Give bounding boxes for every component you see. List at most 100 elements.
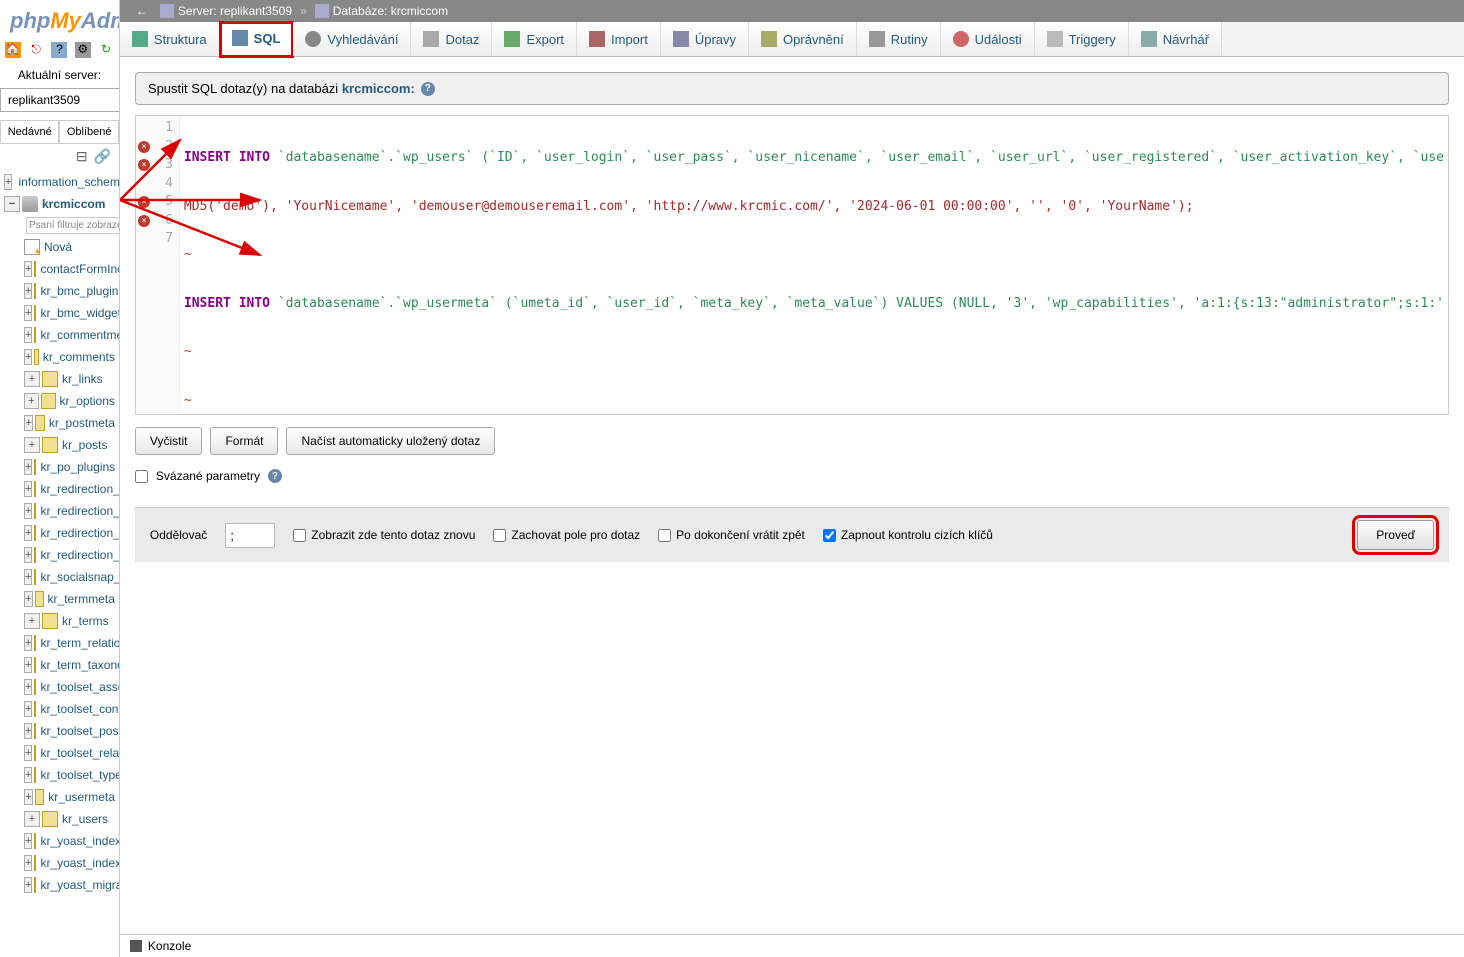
fk-check-checkbox[interactable] <box>823 529 836 542</box>
expand-icon[interactable]: + <box>24 503 32 519</box>
table-item[interactable]: +kr_po_plugins <box>20 456 119 478</box>
reload-icon[interactable]: ↻ <box>98 42 114 58</box>
table-item[interactable]: +kr_redirection_logs <box>20 544 119 566</box>
tab-events[interactable]: Události <box>941 22 1035 56</box>
table-item[interactable]: +kr_redirection_404 <box>20 478 119 500</box>
table-item[interactable]: +kr_yoast_indexable_hierar <box>20 852 119 874</box>
expand-icon[interactable]: + <box>24 415 33 431</box>
expand-icon[interactable]: + <box>24 701 32 717</box>
expand-icon[interactable]: + <box>24 569 32 585</box>
breadcrumb-server[interactable]: Server: replikant3509 <box>178 4 292 18</box>
bind-params-checkbox[interactable] <box>135 470 148 483</box>
tab-recent[interactable]: Nedávné <box>0 120 59 143</box>
expand-icon[interactable]: + <box>24 855 32 871</box>
expand-icon[interactable]: + <box>24 767 32 783</box>
link-icon[interactable]: 🔗 <box>93 148 110 164</box>
expand-icon[interactable]: + <box>24 877 32 893</box>
expand-icon[interactable]: + <box>24 591 33 607</box>
table-item[interactable]: +kr_yoast_migrations <box>20 874 119 896</box>
tab-triggers[interactable]: Triggery <box>1035 22 1129 56</box>
tab-import[interactable]: Import <box>577 22 661 56</box>
db-krcmiccom[interactable]: − krcmiccom <box>0 193 119 215</box>
tab-search[interactable]: Vyhledávání <box>293 22 411 56</box>
table-item[interactable]: +kr_redirection_items <box>20 522 119 544</box>
expand-icon[interactable]: + <box>24 525 32 541</box>
delimiter-input[interactable] <box>225 523 275 548</box>
expand-icon[interactable]: + <box>24 679 32 695</box>
expand-icon[interactable]: + <box>24 437 40 453</box>
table-item[interactable]: +kr_yoast_indexable <box>20 830 119 852</box>
expand-icon[interactable]: + <box>24 261 32 277</box>
expand-icon[interactable]: + <box>24 613 40 629</box>
console-bar[interactable]: Konzole <box>120 934 1464 957</box>
expand-icon[interactable]: + <box>24 305 32 321</box>
breadcrumb-database[interactable]: Databáze: krcmiccom <box>333 4 448 18</box>
table-item[interactable]: +kr_termmeta <box>20 588 119 610</box>
clear-button[interactable]: Vyčistit <box>135 427 203 455</box>
table-item[interactable]: +kr_toolset_post_guid_id <box>20 720 119 742</box>
expand-icon[interactable]: + <box>24 349 32 365</box>
expand-icon[interactable]: + <box>24 393 39 409</box>
server-select[interactable]: replikant3509 <box>0 88 120 112</box>
tab-export[interactable]: Export <box>492 22 577 56</box>
table-item[interactable]: +kr_usermeta <box>20 786 119 808</box>
db-information-schema[interactable]: + information_schema <box>0 171 119 193</box>
table-item[interactable]: +kr_commentmeta <box>20 324 119 346</box>
expand-icon[interactable]: + <box>24 635 32 651</box>
tab-query[interactable]: Dotaz <box>411 22 492 56</box>
error-marker-icon[interactable]: × <box>138 159 150 171</box>
tab-favorite[interactable]: Oblíbené <box>59 120 118 143</box>
table-item[interactable]: +kr_redirection_groups <box>20 500 119 522</box>
tab-structure[interactable]: Struktura <box>120 22 220 56</box>
tab-operations[interactable]: Úpravy <box>661 22 749 56</box>
expand-icon[interactable]: + <box>24 811 40 827</box>
tab-sql[interactable]: SQL <box>220 22 294 57</box>
table-item[interactable]: +kr_postmeta <box>20 412 119 434</box>
sql-editor[interactable]: 1 ×2 ×3 4 ×5 ×6 7 INSERT INTO `databasen… <box>135 115 1449 415</box>
table-item[interactable]: +kr_comments <box>20 346 119 368</box>
code-area[interactable]: INSERT INTO `databasename`.`wp_users` (`… <box>180 116 1448 414</box>
tab-privileges[interactable]: Oprávnění <box>749 22 857 56</box>
table-item[interactable]: +kr_users <box>20 808 119 830</box>
nav-collapse-icon[interactable]: ← <box>136 4 148 18</box>
error-marker-icon[interactable]: × <box>138 215 150 227</box>
expand-icon[interactable]: + <box>24 371 40 387</box>
table-item[interactable]: +kr_links <box>20 368 119 390</box>
show-again-checkbox[interactable] <box>293 529 306 542</box>
expand-icon[interactable]: + <box>24 547 32 563</box>
table-item[interactable]: +kr_term_relationships <box>20 632 119 654</box>
error-marker-icon[interactable]: × <box>138 196 150 208</box>
retain-box-checkbox[interactable] <box>493 529 506 542</box>
expand-icon[interactable]: + <box>24 745 32 761</box>
expand-icon[interactable]: + <box>24 459 32 475</box>
expand-icon[interactable]: + <box>24 283 32 299</box>
logo[interactable]: phpMyAdmin <box>0 0 119 38</box>
table-item[interactable]: +kr_terms <box>20 610 119 632</box>
format-button[interactable]: Formát <box>210 427 278 455</box>
table-item[interactable]: +kr_posts <box>20 434 119 456</box>
collapse-all-icon[interactable]: ⊟ <box>76 148 88 164</box>
load-autosaved-button[interactable]: Načíst automaticky uložený dotaz <box>286 427 495 455</box>
execute-button[interactable]: Proveď <box>1357 520 1434 550</box>
expand-icon[interactable]: + <box>24 789 33 805</box>
error-marker-icon[interactable]: × <box>138 141 150 153</box>
settings-icon[interactable]: ⚙ <box>75 42 91 58</box>
table-item[interactable]: +contactFormIncrement <box>20 258 119 280</box>
rollback-checkbox[interactable] <box>658 529 671 542</box>
table-item[interactable]: +kr_term_taxonomy <box>20 654 119 676</box>
table-item[interactable]: +kr_toolset_type_sets <box>20 764 119 786</box>
docs-icon[interactable]: ? <box>51 42 67 58</box>
table-item[interactable]: +kr_socialsnap_stats <box>20 566 119 588</box>
logout-icon[interactable]: ⎋ <box>28 42 44 58</box>
expand-icon[interactable]: + <box>24 833 32 849</box>
expand-icon[interactable]: + <box>24 481 32 497</box>
help-icon[interactable]: ? <box>268 469 282 483</box>
home-icon[interactable]: 🏠 <box>5 42 21 58</box>
table-filter-input[interactable] <box>26 217 119 234</box>
tab-designer[interactable]: Návrhář <box>1129 22 1222 56</box>
table-item[interactable]: +kr_bmc_plugin <box>20 280 119 302</box>
table-item[interactable]: +kr_toolset_connected_elem <box>20 698 119 720</box>
table-item[interactable]: +kr_options <box>20 390 119 412</box>
expand-icon[interactable]: + <box>24 723 32 739</box>
expand-icon[interactable]: + <box>24 327 32 343</box>
